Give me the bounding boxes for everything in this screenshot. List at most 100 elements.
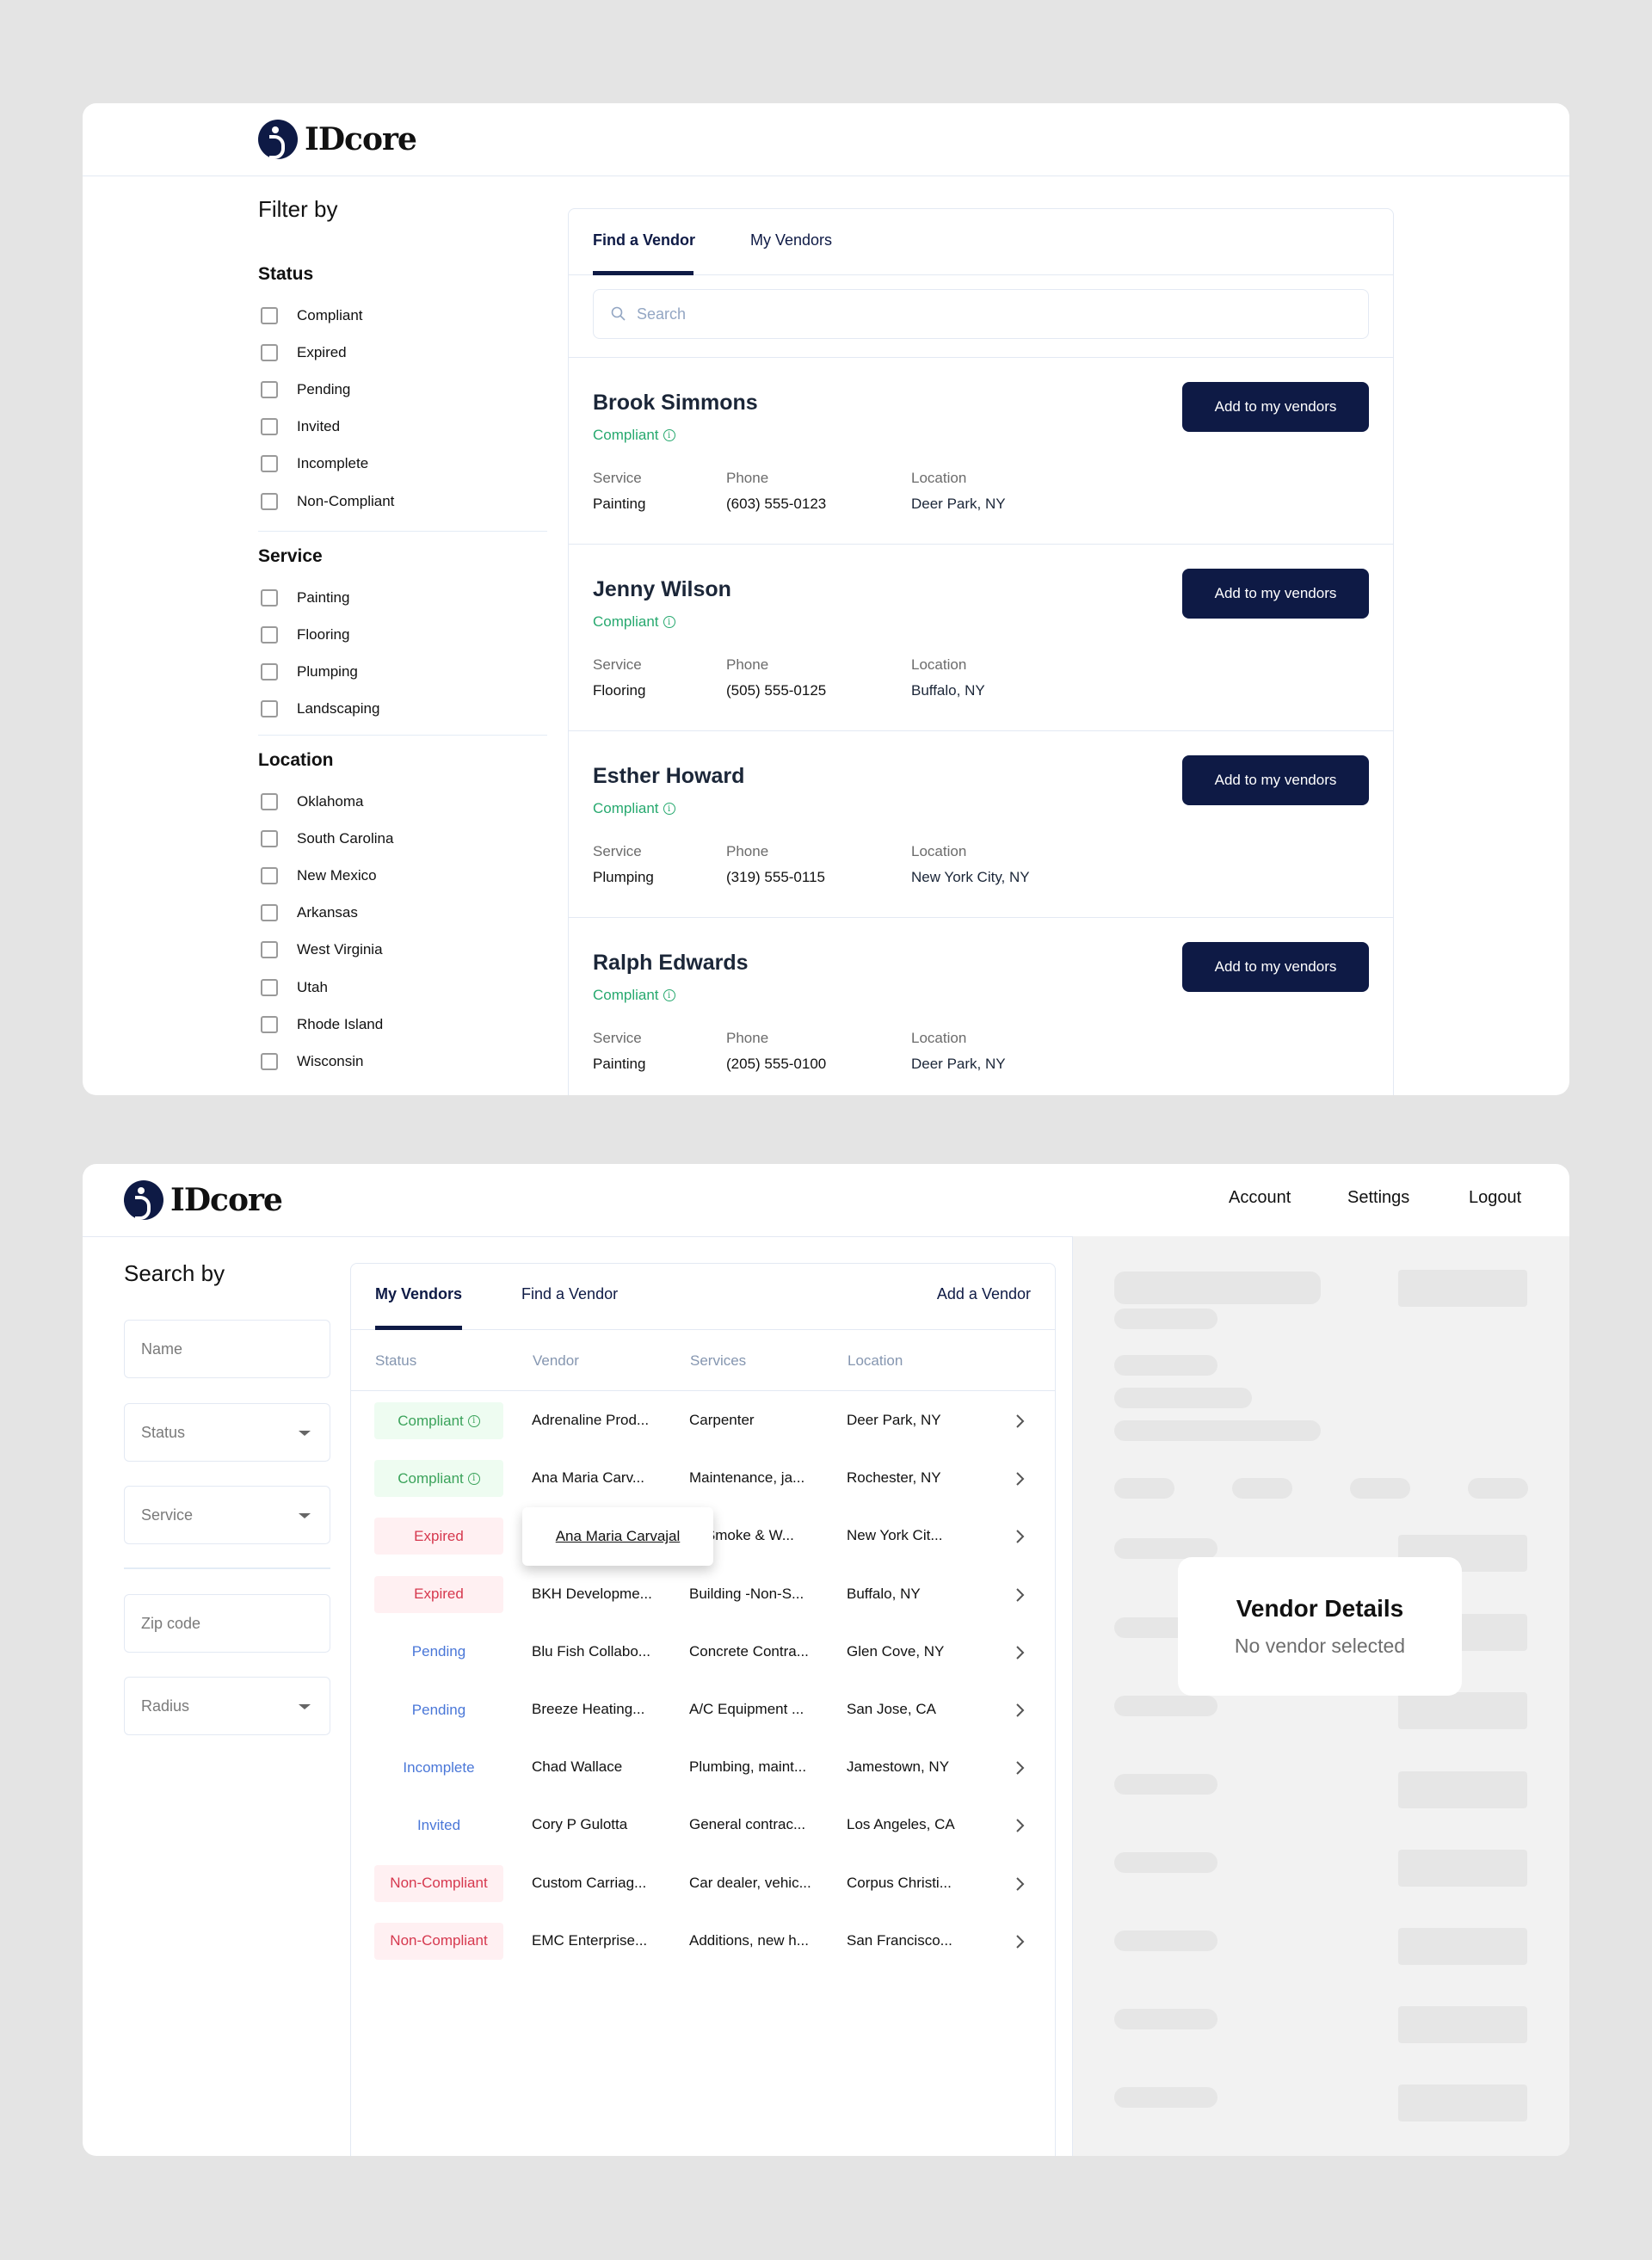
nav-settings[interactable]: Settings bbox=[1347, 1188, 1409, 1208]
tooltip-vendor-link[interactable]: Ana Maria Carvajal bbox=[556, 1528, 681, 1545]
chevron-right-icon[interactable] bbox=[1009, 1585, 1030, 1605]
chevron-right-icon[interactable] bbox=[1009, 1874, 1030, 1894]
checkbox[interactable] bbox=[261, 1052, 278, 1070]
chevron-right-icon[interactable] bbox=[1009, 1758, 1030, 1778]
chevron-right-icon[interactable] bbox=[1009, 1700, 1030, 1721]
vendor-cell[interactable]: Cory P Gulotta bbox=[532, 1816, 627, 1833]
filter-option[interactable]: New Mexico bbox=[258, 857, 551, 894]
chevron-right-icon[interactable] bbox=[1009, 1526, 1030, 1547]
vendor-cell[interactable]: Breeze Heating... bbox=[532, 1701, 644, 1718]
table-row[interactable]: Non-Compliant Custom Carriag... Car deal… bbox=[351, 1855, 1055, 1912]
filter-option[interactable]: Wisconsin bbox=[258, 1043, 551, 1080]
checkbox[interactable] bbox=[261, 662, 278, 680]
chevron-right-icon[interactable] bbox=[1009, 1815, 1030, 1836]
table-row[interactable]: Expired e, Smoke & W... New York Cit... … bbox=[351, 1507, 1055, 1567]
filter-option[interactable]: Oklahoma bbox=[258, 783, 551, 820]
filter-option[interactable]: Invited bbox=[258, 409, 551, 446]
table-row[interactable]: Compliant i Ana Maria Carv... Maintenance… bbox=[351, 1450, 1055, 1507]
checkbox[interactable] bbox=[261, 904, 278, 922]
checkbox[interactable] bbox=[261, 492, 278, 510]
info-icon[interactable]: i bbox=[663, 616, 675, 628]
filter-option[interactable]: Arkansas bbox=[258, 895, 551, 932]
filter-option[interactable]: Pending bbox=[258, 371, 551, 408]
vendor-cell[interactable]: Ana Maria Carv... bbox=[532, 1469, 644, 1487]
checkbox[interactable] bbox=[261, 306, 278, 324]
filter-option[interactable]: Expired bbox=[258, 334, 551, 371]
vendor-cell[interactable]: Custom Carriag... bbox=[532, 1875, 646, 1892]
checkbox[interactable] bbox=[261, 455, 278, 473]
add-to-my-vendors-button[interactable]: Add to my vendors bbox=[1182, 382, 1369, 432]
column-header-vendor[interactable]: Vendor bbox=[533, 1352, 579, 1370]
vendor-name[interactable]: Brook Simmons bbox=[593, 391, 758, 416]
vendor-name[interactable]: Ralph Edwards bbox=[593, 951, 749, 976]
vendor-cell[interactable]: Blu Fish Collabo... bbox=[532, 1643, 650, 1660]
nav-logout[interactable]: Logout bbox=[1469, 1188, 1521, 1208]
tab-find-vendor[interactable]: Find a Vendor bbox=[521, 1285, 618, 1303]
vendor-cell[interactable]: Chad Wallace bbox=[532, 1758, 622, 1776]
filter-option[interactable]: Rhode Island bbox=[258, 1006, 551, 1043]
add-to-my-vendors-button[interactable]: Add to my vendors bbox=[1182, 755, 1369, 805]
column-header-location[interactable]: Location bbox=[848, 1352, 903, 1370]
filter-option[interactable]: Painting bbox=[258, 579, 551, 616]
add-to-my-vendors-button[interactable]: Add to my vendors bbox=[1182, 942, 1369, 992]
name-input[interactable]: Name bbox=[124, 1320, 330, 1378]
checkbox[interactable] bbox=[261, 418, 278, 436]
table-row[interactable]: Incomplete Chad Wallace Plumbing, maint.… bbox=[351, 1739, 1055, 1796]
checkbox[interactable] bbox=[261, 1015, 278, 1033]
chevron-right-icon[interactable] bbox=[1009, 1411, 1030, 1432]
status-select[interactable]: Status bbox=[124, 1403, 330, 1462]
info-icon[interactable]: i bbox=[663, 803, 675, 815]
checkbox[interactable] bbox=[261, 380, 278, 398]
table-row[interactable]: Pending Blu Fish Collabo... Concrete Con… bbox=[351, 1623, 1055, 1681]
info-icon[interactable]: i bbox=[663, 429, 675, 441]
checkbox[interactable] bbox=[261, 792, 278, 810]
filter-option[interactable]: Plumping bbox=[258, 653, 551, 690]
zip-code-input[interactable]: Zip code bbox=[124, 1594, 330, 1653]
table-row[interactable]: Pending Breeze Heating... A/C Equipment … bbox=[351, 1681, 1055, 1739]
chevron-right-icon[interactable] bbox=[1009, 1469, 1030, 1489]
filter-option[interactable]: Flooring bbox=[258, 616, 551, 653]
search-input[interactable]: Search bbox=[593, 289, 1369, 339]
filter-option[interactable]: Incomplete bbox=[258, 446, 551, 483]
filter-option[interactable]: Non-Compliant bbox=[258, 483, 551, 520]
chevron-right-icon[interactable] bbox=[1009, 1931, 1030, 1952]
service-select[interactable]: Service bbox=[124, 1486, 330, 1544]
checkbox[interactable] bbox=[261, 700, 278, 718]
table-row[interactable]: Non-Compliant EMC Enterprise... Addition… bbox=[351, 1912, 1055, 1970]
tab-find-vendor[interactable]: Find a Vendor bbox=[593, 231, 695, 249]
filter-option[interactable]: South Carolina bbox=[258, 820, 551, 857]
checkbox[interactable] bbox=[261, 343, 278, 361]
info-icon[interactable]: i bbox=[467, 1472, 480, 1485]
checkbox[interactable] bbox=[261, 588, 278, 607]
column-header-services[interactable]: Services bbox=[690, 1352, 746, 1370]
filter-option[interactable]: Landscaping bbox=[258, 691, 551, 728]
logo[interactable]: IDcore bbox=[124, 1180, 283, 1220]
vendor-cell[interactable]: Adrenaline Prod... bbox=[532, 1412, 649, 1429]
filter-option[interactable]: Compliant bbox=[258, 297, 551, 334]
vendor-cell[interactable]: EMC Enterprise... bbox=[532, 1932, 647, 1949]
checkbox[interactable] bbox=[261, 829, 278, 847]
nav-account[interactable]: Account bbox=[1229, 1188, 1291, 1208]
add-to-my-vendors-button[interactable]: Add to my vendors bbox=[1182, 569, 1369, 619]
table-row[interactable]: Compliant i Adrenaline Prod... Carpenter … bbox=[351, 1392, 1055, 1450]
tab-my-vendors[interactable]: My Vendors bbox=[375, 1285, 462, 1303]
chevron-right-icon[interactable] bbox=[1009, 1642, 1030, 1663]
vendor-name[interactable]: Jenny Wilson bbox=[593, 577, 731, 602]
checkbox[interactable] bbox=[261, 625, 278, 644]
tab-my-vendors[interactable]: My Vendors bbox=[750, 231, 832, 249]
vendor-name[interactable]: Esther Howard bbox=[593, 764, 744, 789]
column-header-status[interactable]: Status bbox=[375, 1352, 416, 1370]
add-vendor-link[interactable]: Add a Vendor bbox=[937, 1285, 1031, 1303]
info-icon[interactable]: i bbox=[467, 1414, 480, 1427]
filter-option[interactable]: West Virginia bbox=[258, 932, 551, 969]
checkbox[interactable] bbox=[261, 941, 278, 959]
checkbox[interactable] bbox=[261, 866, 278, 884]
logo[interactable]: IDcore bbox=[258, 120, 417, 159]
checkbox[interactable] bbox=[261, 978, 278, 996]
filter-option[interactable]: Utah bbox=[258, 969, 551, 1006]
info-icon[interactable]: i bbox=[663, 989, 675, 1001]
table-row[interactable]: Invited Cory P Gulotta General contrac..… bbox=[351, 1796, 1055, 1854]
radius-select[interactable]: Radius bbox=[124, 1677, 330, 1735]
table-row[interactable]: Expired BKH Developme... Building -Non-S… bbox=[351, 1566, 1055, 1623]
vendor-cell[interactable]: BKH Developme... bbox=[532, 1586, 652, 1603]
